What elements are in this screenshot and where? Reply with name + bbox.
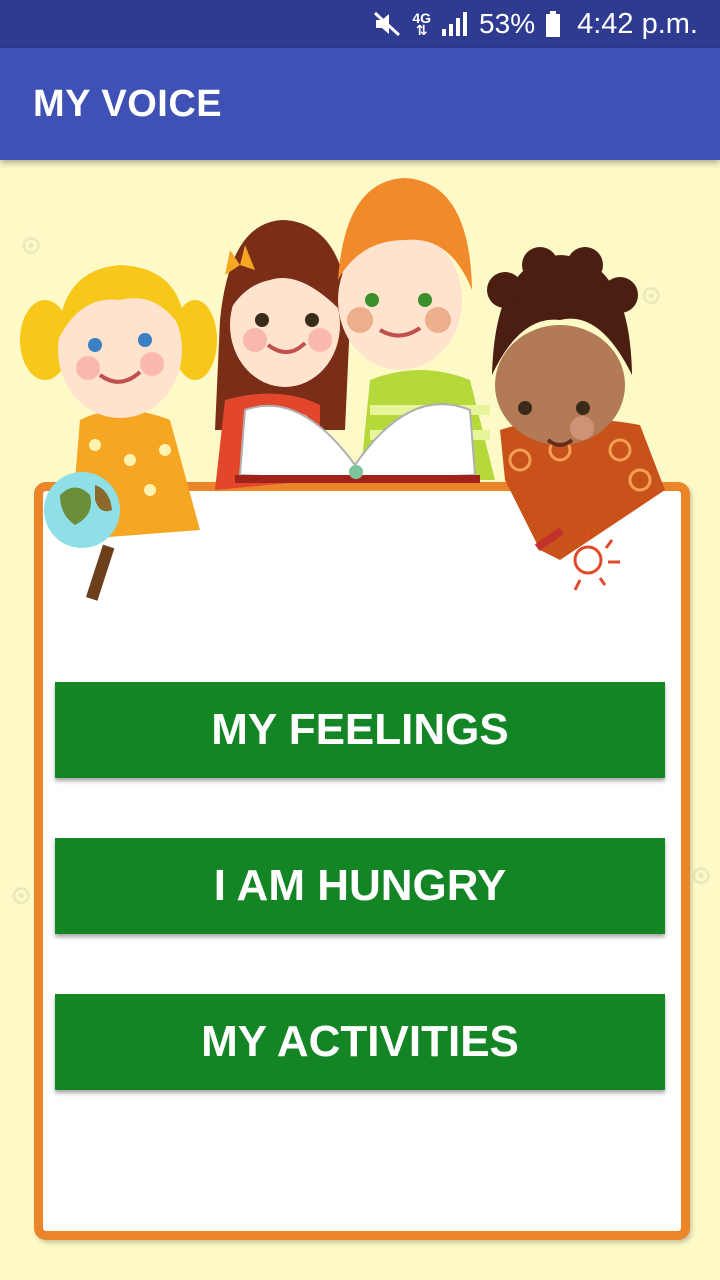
- mute-icon: [372, 10, 402, 38]
- signal-icon: [441, 11, 469, 37]
- battery-icon: [545, 10, 561, 38]
- status-bar: 4G ⇅ 53% 4:42 p.m.: [0, 0, 720, 48]
- clock: 4:42 p.m.: [577, 7, 698, 40]
- my-feelings-button[interactable]: MY FEELINGS: [55, 682, 665, 778]
- battery-percent: 53%: [479, 8, 536, 39]
- main-content: ⊙ ⊙ ⊙ ⊙ MY FEELINGS I AM HUNGRY MY ACTIV…: [0, 160, 720, 1280]
- app-title: MY VOICE: [33, 82, 223, 125]
- i-am-hungry-button[interactable]: I AM HUNGRY: [55, 838, 665, 934]
- blonde-girl-figure: [20, 265, 217, 601]
- my-activities-button[interactable]: MY ACTIVITIES: [55, 994, 665, 1090]
- network-4g-icon: 4G ⇅: [412, 11, 431, 38]
- children-illustration: [20, 178, 665, 601]
- open-book-figure: [235, 403, 480, 483]
- network-arrows: ⇅: [415, 22, 428, 38]
- curly-haired-child-figure: [487, 247, 665, 591]
- app-bar: MY VOICE: [0, 48, 720, 160]
